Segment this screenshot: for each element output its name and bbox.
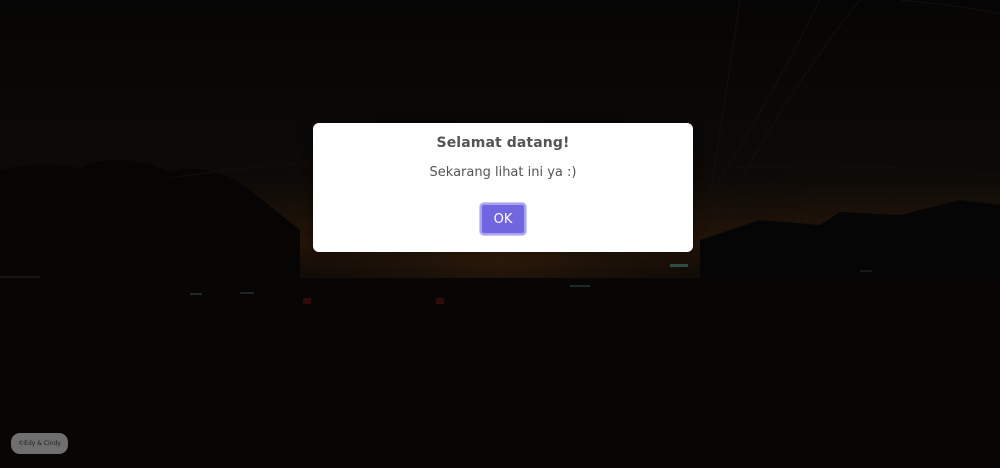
credit-badge: ©Edy & Cindy	[11, 433, 68, 454]
dialog-title: Selamat datang!	[436, 135, 570, 151]
welcome-dialog: Selamat datang! Sekarang lihat ini ya :)…	[313, 123, 693, 252]
dialog-message: Sekarang lihat ini ya :)	[429, 165, 577, 180]
ok-button[interactable]: OK	[480, 203, 526, 235]
